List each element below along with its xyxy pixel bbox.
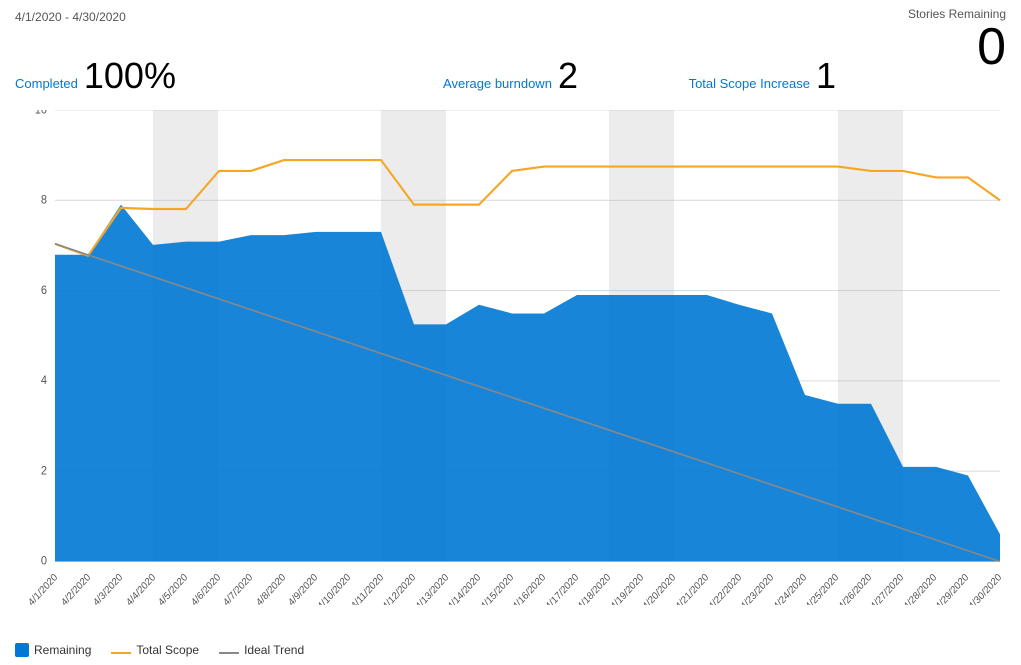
svg-text:4/29/2020: 4/29/2020 xyxy=(934,572,972,605)
svg-text:4/25/2020: 4/25/2020 xyxy=(804,572,842,605)
legend-total-scope: Total Scope xyxy=(111,643,199,657)
svg-text:4/18/2020: 4/18/2020 xyxy=(576,572,614,605)
completed-metric: Completed 100% xyxy=(15,55,176,97)
svg-text:4/10/2020: 4/10/2020 xyxy=(316,572,354,605)
svg-text:10: 10 xyxy=(35,110,47,116)
chart-legend: Remaining Total Scope Ideal Trend xyxy=(15,643,304,657)
svg-text:4/26/2020: 4/26/2020 xyxy=(837,572,875,605)
svg-text:6: 6 xyxy=(41,284,47,296)
svg-text:0: 0 xyxy=(41,555,47,567)
metrics-row: Completed 100% Average burndown 2 Total … xyxy=(15,55,1006,97)
svg-text:4/9/2020: 4/9/2020 xyxy=(286,572,320,605)
avg-burndown-metric: Average burndown 2 xyxy=(443,55,578,97)
svg-text:4/13/2020: 4/13/2020 xyxy=(414,572,452,605)
svg-text:4/5/2020: 4/5/2020 xyxy=(156,572,190,605)
total-scope-label: Total Scope Increase xyxy=(689,76,810,91)
svg-text:4/24/2020: 4/24/2020 xyxy=(772,572,810,605)
avg-burndown-label: Average burndown xyxy=(443,76,552,91)
svg-text:4/17/2020: 4/17/2020 xyxy=(544,572,582,605)
svg-text:4/27/2020: 4/27/2020 xyxy=(869,572,907,605)
svg-text:4/15/2020: 4/15/2020 xyxy=(479,572,517,605)
svg-text:4/12/2020: 4/12/2020 xyxy=(381,572,419,605)
svg-text:4/1/2020: 4/1/2020 xyxy=(26,572,60,605)
svg-text:4/8/2020: 4/8/2020 xyxy=(254,572,288,605)
svg-text:4/22/2020: 4/22/2020 xyxy=(707,572,745,605)
svg-text:4/20/2020: 4/20/2020 xyxy=(641,572,679,605)
legend-total-scope-line xyxy=(111,652,131,654)
svg-text:4/3/2020: 4/3/2020 xyxy=(91,572,125,605)
svg-text:4/21/2020: 4/21/2020 xyxy=(674,572,712,605)
svg-text:4/28/2020: 4/28/2020 xyxy=(902,572,940,605)
legend-ideal-trend-line xyxy=(219,652,239,654)
legend-ideal-trend: Ideal Trend xyxy=(219,643,304,657)
svg-text:4/2/2020: 4/2/2020 xyxy=(59,572,93,605)
svg-text:4/30/2020: 4/30/2020 xyxy=(967,572,1005,605)
svg-text:2: 2 xyxy=(41,465,47,477)
svg-text:8: 8 xyxy=(41,194,47,206)
svg-text:4/11/2020: 4/11/2020 xyxy=(349,572,386,605)
chart-area: 0 2 4 6 8 10 xyxy=(15,110,1006,605)
svg-text:4/19/2020: 4/19/2020 xyxy=(609,572,647,605)
date-range: 4/1/2020 - 4/30/2020 xyxy=(15,10,126,24)
avg-burndown-value: 2 xyxy=(558,55,578,97)
total-scope-metric: Total Scope Increase 1 xyxy=(689,55,836,97)
svg-text:4/7/2020: 4/7/2020 xyxy=(221,572,255,605)
legend-total-scope-label: Total Scope xyxy=(136,643,199,657)
svg-text:4/6/2020: 4/6/2020 xyxy=(189,572,223,605)
svg-text:4/16/2020: 4/16/2020 xyxy=(511,572,549,605)
svg-text:4/23/2020: 4/23/2020 xyxy=(739,572,777,605)
burndown-chart: 0 2 4 6 8 10 xyxy=(15,110,1006,605)
legend-ideal-trend-label: Ideal Trend xyxy=(244,643,304,657)
svg-text:4: 4 xyxy=(41,375,48,387)
svg-text:4/14/2020: 4/14/2020 xyxy=(446,572,484,605)
main-container: 4/1/2020 - 4/30/2020 Stories Remaining 0… xyxy=(0,0,1021,665)
completed-label: Completed xyxy=(15,76,78,91)
svg-text:4/4/2020: 4/4/2020 xyxy=(124,572,158,605)
total-scope-value: 1 xyxy=(816,55,836,97)
legend-remaining-color xyxy=(15,643,29,657)
completed-value: 100% xyxy=(84,55,176,97)
legend-remaining-label: Remaining xyxy=(34,643,91,657)
legend-remaining: Remaining xyxy=(15,643,91,657)
